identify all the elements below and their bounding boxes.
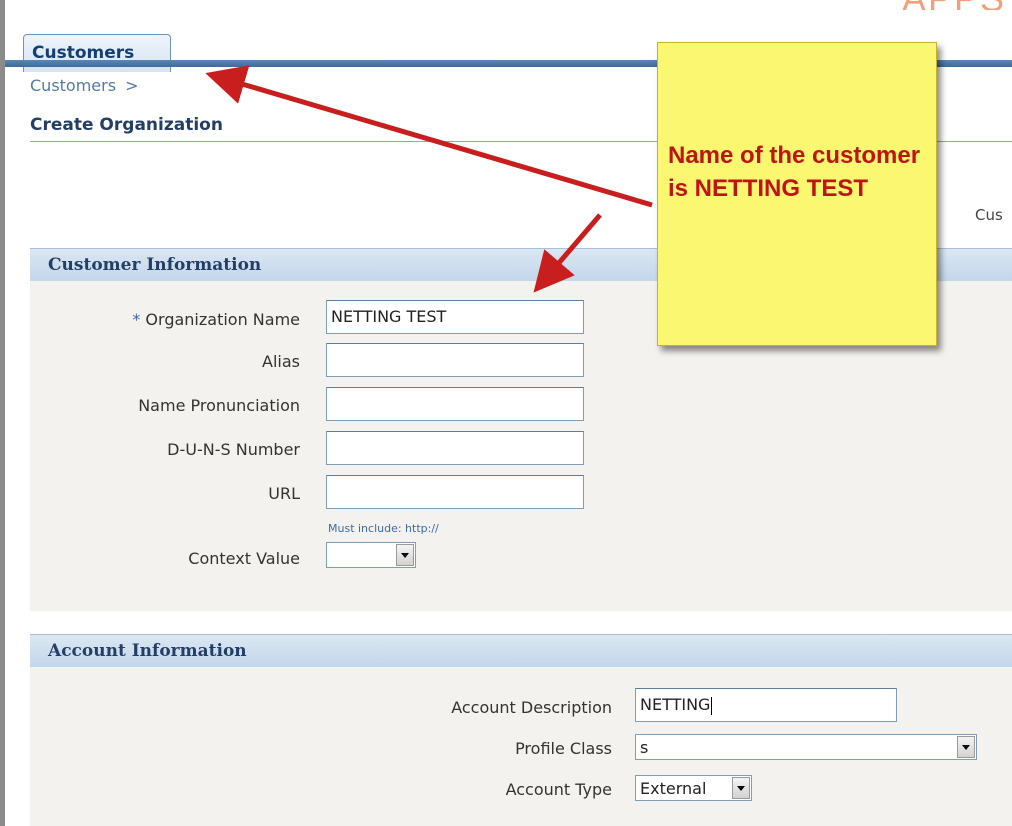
breadcrumb-separator: >	[125, 76, 139, 95]
url-hint: Must include: http://	[328, 522, 439, 535]
organization-name-label: * Organization Name	[60, 310, 300, 329]
url-input[interactable]	[326, 475, 584, 509]
truncated-label: Cus	[975, 206, 1003, 224]
account-type-select[interactable]: External	[635, 775, 752, 801]
chevron-down-icon[interactable]	[396, 544, 414, 566]
text-cursor	[711, 696, 713, 715]
window-left-border	[0, 0, 5, 826]
profile-class-select[interactable]: s	[635, 734, 977, 760]
page-title: Create Organization	[30, 115, 223, 135]
account-information-header: Account Information	[30, 634, 1012, 667]
account-information-title: Account Information	[48, 641, 247, 661]
annotation-callout: Name of the customer is NETTING TEST	[657, 42, 937, 346]
required-marker: *	[132, 310, 141, 329]
profile-class-label: Profile Class	[515, 739, 612, 758]
account-type-label: Account Type	[505, 780, 612, 799]
breadcrumb: Customers >	[30, 76, 138, 95]
annotation-callout-text: Name of the customer is NETTING TEST	[668, 142, 921, 202]
account-type-selected: External	[640, 779, 707, 798]
customer-information-title: Customer Information	[48, 255, 262, 275]
organization-name-label-text: Organization Name	[145, 310, 300, 329]
organization-name-input[interactable]: NETTING TEST	[326, 300, 584, 334]
profile-class-selected: s	[640, 738, 649, 757]
duns-number-input[interactable]	[326, 431, 584, 465]
alias-input[interactable]	[326, 343, 584, 377]
url-label: URL	[268, 484, 300, 503]
breadcrumb-customers-link[interactable]: Customers	[30, 76, 116, 95]
chevron-down-icon[interactable]	[732, 777, 750, 799]
account-description-value: NETTING	[640, 695, 711, 714]
context-value-label: Context Value	[188, 549, 300, 568]
account-description-label: Account Description	[451, 698, 612, 717]
context-value-select[interactable]	[326, 542, 416, 568]
name-pronunciation-input[interactable]	[326, 387, 584, 421]
name-pronunciation-label: Name Pronunciation	[138, 396, 300, 415]
alias-label: Alias	[262, 352, 300, 371]
account-description-input[interactable]: NETTING	[635, 688, 897, 722]
chevron-down-icon[interactable]	[957, 736, 975, 758]
duns-number-label: D-U-N-S Number	[167, 440, 300, 459]
